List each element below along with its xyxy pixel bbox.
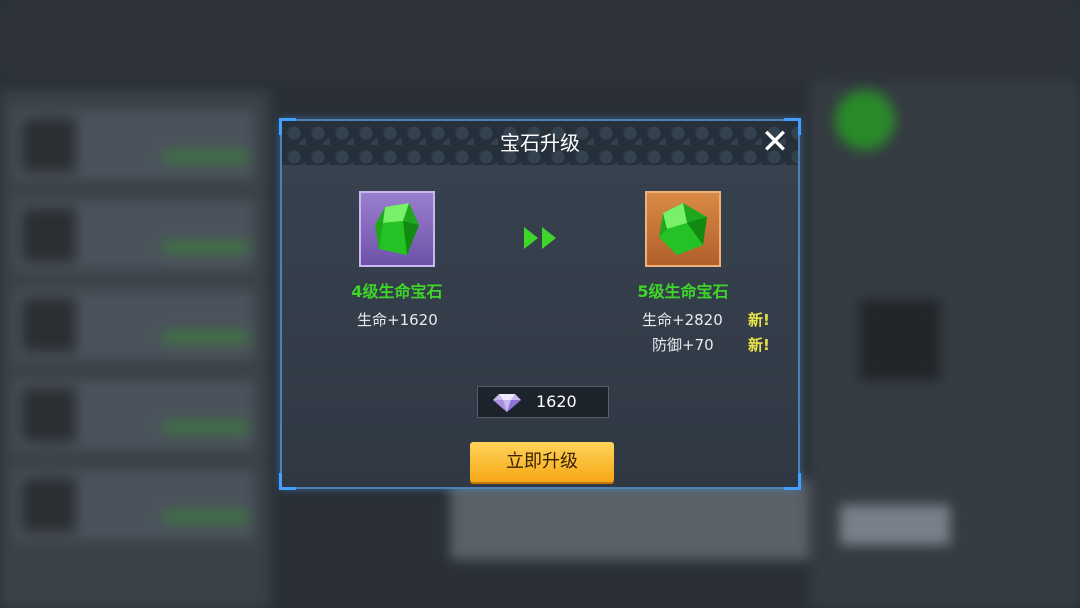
corner-accent: [784, 473, 801, 490]
next-gem-slot[interactable]: [645, 191, 721, 267]
current-gem-name: 4级生命宝石: [351, 282, 443, 301]
green-gem-icon: [375, 203, 419, 255]
double-arrow-icon: [524, 227, 556, 249]
bg-gem-blob: [835, 90, 895, 150]
next-gem-stat: 防御+70: [652, 336, 714, 354]
bg-dark-box: [860, 300, 940, 380]
close-icon[interactable]: ✕: [758, 125, 792, 159]
current-gem-slot[interactable]: [359, 191, 435, 267]
corner-accent: [279, 473, 296, 490]
upgrade-now-button[interactable]: 立即升级: [470, 442, 614, 482]
gem-upgrade-dialog: 宝石升级 ✕ 4级生命宝石 生命+1620 5级生命宝石 生命+2820 新! …: [279, 118, 801, 490]
new-badge: 新!: [748, 311, 770, 329]
bg-left-panel: [0, 90, 270, 608]
diamond-icon: [493, 394, 521, 412]
green-gem-icon: [659, 203, 707, 255]
next-gem-stat: 生命+2820: [642, 311, 723, 329]
cost-value: 1620: [536, 392, 577, 411]
new-badge: 新!: [748, 336, 770, 354]
dialog-title: 宝石升级: [500, 131, 580, 155]
upgrade-cost: 1620: [477, 386, 609, 418]
current-gem-stat: 生命+1620: [357, 311, 438, 329]
bg-bottom-panel: [450, 480, 810, 560]
next-gem-name: 5级生命宝石: [637, 282, 729, 301]
bg-top-bar: [0, 0, 1080, 80]
bg-button: [840, 505, 950, 545]
